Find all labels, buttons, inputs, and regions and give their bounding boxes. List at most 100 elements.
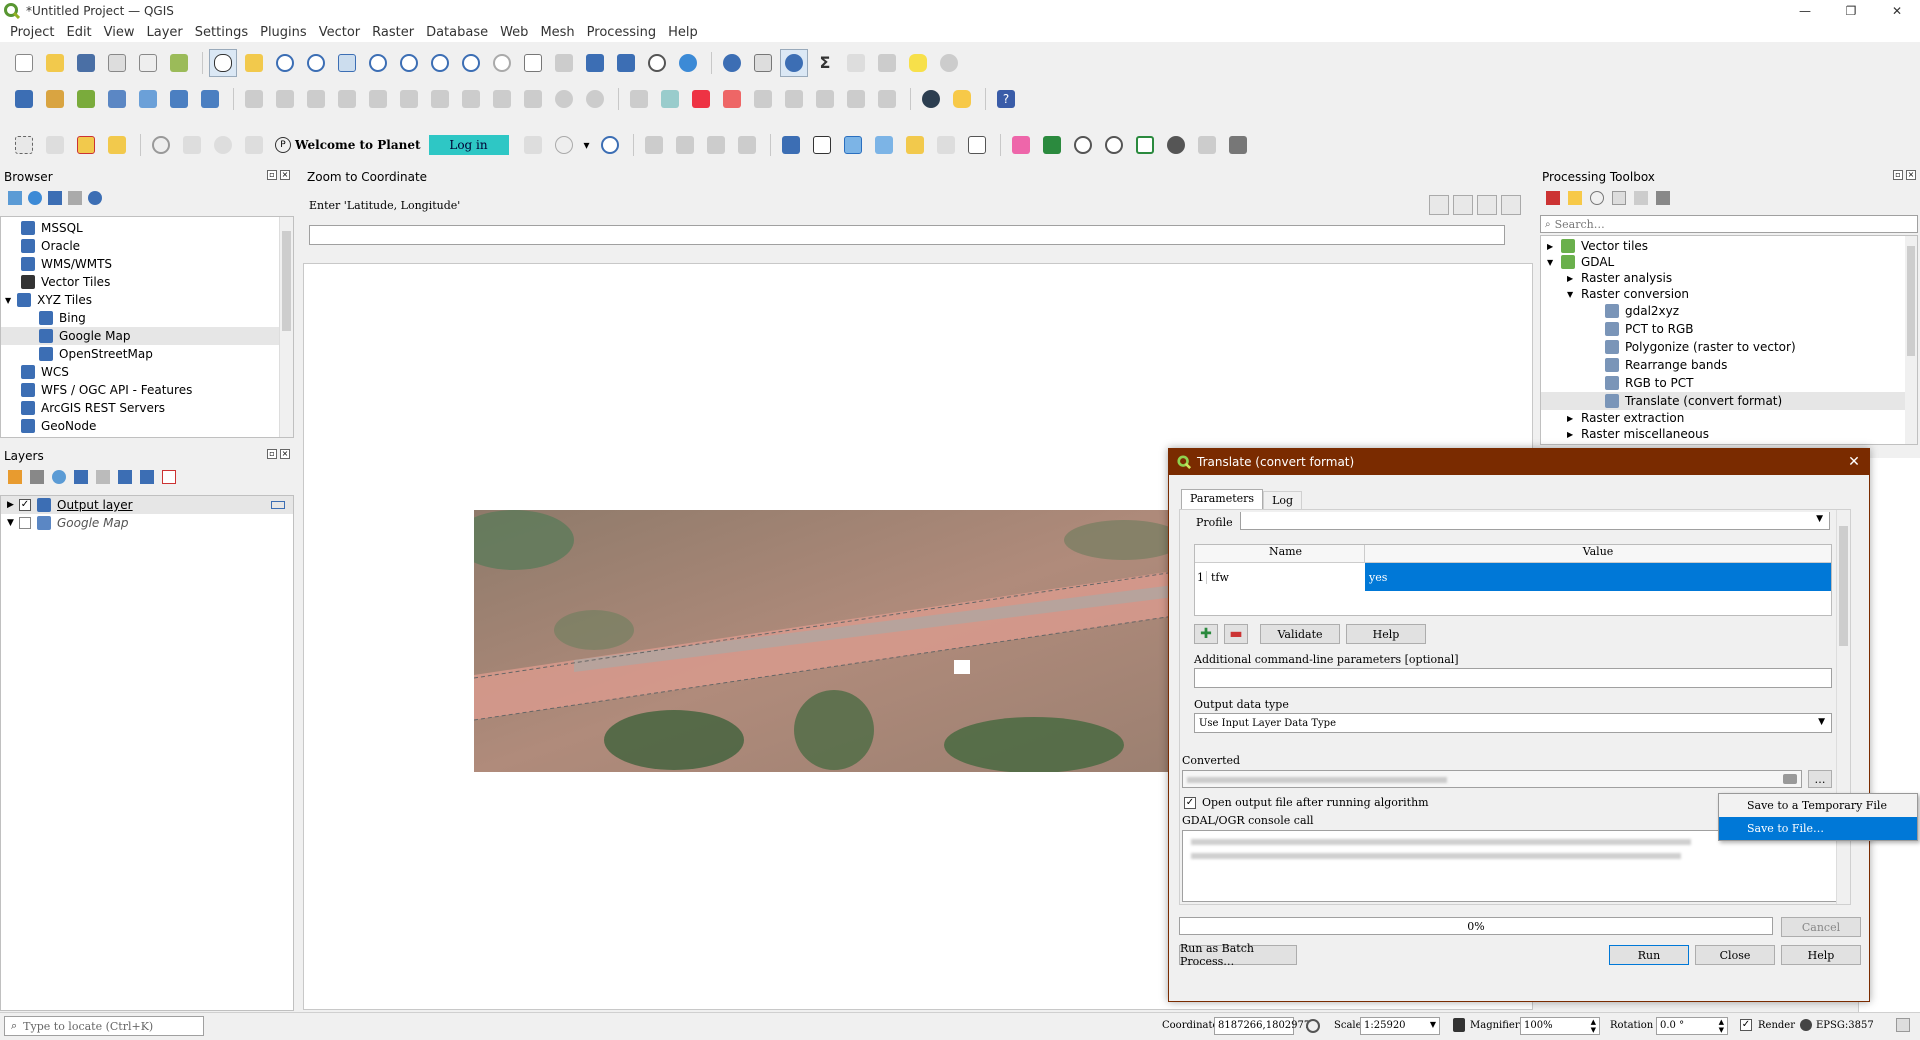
show-label-icon[interactable] [749,85,777,113]
clear-path-icon[interactable] [1783,774,1797,784]
remove-row-button[interactable]: ▬ [1224,624,1248,644]
zoom-next-icon[interactable] [488,49,516,77]
text-annotation-icon[interactable] [777,131,805,159]
print-layout-icon[interactable] [103,49,131,77]
deselect-features-icon[interactable] [72,131,100,159]
expand-arrow-icon[interactable]: ▼ [1567,290,1581,299]
toggle-extents-icon[interactable] [1306,1019,1320,1033]
toolbox-item[interactable]: PCT to RGB [1541,320,1917,338]
tab-log[interactable]: Log [1263,491,1303,509]
float-layers-icon[interactable]: ▫ [267,449,277,459]
add-params-input[interactable] [1194,668,1832,688]
zoom-pick-icon[interactable] [1477,195,1497,215]
expand-arrow-icon[interactable]: ▶ [7,500,19,510]
save-edits-icon[interactable] [302,85,330,113]
menu-item-save-to-file[interactable]: Save to File… [1719,817,1917,840]
tab-parameters[interactable]: Parameters [1181,489,1264,509]
move-label-icon[interactable] [780,85,808,113]
search-icon[interactable] [147,131,175,159]
georeferencer-icon[interactable] [1007,131,1035,159]
toolbox-item[interactable]: Rearrange bands [1541,356,1917,374]
undo-icon[interactable] [550,85,578,113]
browser-item[interactable]: WFS / OGC API - Features [1,381,293,399]
expand-arrow-icon[interactable]: ▼ [7,518,19,528]
show-bookmarks-icon[interactable] [612,49,640,77]
messages-icon[interactable] [1896,1018,1910,1032]
menu-item-save-temporary[interactable]: Save to a Temporary File [1719,794,1917,817]
refresh-browser-icon[interactable] [28,191,42,205]
help-button[interactable]: Help [1781,945,1861,965]
add-group-icon[interactable] [30,470,44,484]
toolbox-item[interactable]: Polygonize (raster to vector) [1541,338,1917,356]
pin-label-icon[interactable] [718,85,746,113]
browser-item[interactable]: Bing [1,309,293,327]
toolbox-scrollbar[interactable] [1905,236,1917,444]
run-button[interactable]: Run [1609,945,1689,965]
change-label-icon[interactable] [842,85,870,113]
browser-scrollbar[interactable] [279,217,293,437]
zoom-out-icon[interactable] [302,49,330,77]
save-project-icon[interactable] [72,49,100,77]
diagram-icon[interactable] [656,85,684,113]
eraser-icon[interactable] [240,131,268,159]
map-tips-icon[interactable] [904,49,932,77]
menu-edit[interactable]: Edit [60,25,97,40]
crs-globe-icon[interactable] [1800,1019,1812,1031]
new-3d-view-icon[interactable] [550,49,578,77]
toolbox-gear-icon[interactable] [780,49,808,77]
layer-checkbox[interactable] [19,517,31,529]
edit-features-icon[interactable] [1634,191,1648,205]
rotation-spinbox[interactable]: 0.0 ° ▲ ▼ [1656,1017,1728,1035]
close-toolbox-icon[interactable]: × [1906,170,1916,180]
batch-process-button[interactable]: Run as Batch Process… [1179,942,1297,968]
style-manager-icon[interactable] [165,49,193,77]
open-attribute-table-icon[interactable] [749,49,777,77]
planet-orders-icon[interactable] [519,131,547,159]
close-layers-icon[interactable]: × [280,449,290,459]
vertex-tool-icon[interactable] [364,85,392,113]
zoom-native-icon[interactable] [426,49,454,77]
browser-item[interactable]: Oracle [1,237,293,255]
layer-row-google[interactable]: ▼ Google Map [1,514,293,532]
toolbox-options-icon[interactable] [1656,191,1670,205]
menu-mesh[interactable]: Mesh [534,25,580,40]
menu-web[interactable]: Web [494,25,534,40]
remove-layer-icon[interactable] [162,470,176,484]
current-edits-icon[interactable] [240,85,268,113]
cut-features-icon[interactable] [457,85,485,113]
toolbox-item[interactable]: ▼ Raster conversion [1541,286,1917,302]
collapse-layers-icon[interactable] [140,470,154,484]
identify-features-icon[interactable] [718,49,746,77]
filter-expression-icon[interactable] [96,470,110,484]
results-icon[interactable] [1612,191,1626,205]
label-tool-icon[interactable] [625,85,653,113]
shape-digitize-icon[interactable] [1038,131,1066,159]
new-temporary-layer-icon[interactable] [134,85,162,113]
output-type-select[interactable]: Use Input Layer Data Type ▼ [1194,713,1832,733]
float-panel-icon[interactable]: ▫ [267,170,277,180]
info-icon[interactable] [596,131,624,159]
add-text-icon[interactable] [932,131,960,159]
label-properties-icon[interactable] [873,85,901,113]
add-polygon-icon[interactable] [839,131,867,159]
topology-icon[interactable] [671,131,699,159]
wrench-icon[interactable] [1224,131,1252,159]
coordinate-input[interactable] [309,225,1505,245]
collapse-all-icon[interactable] [68,191,82,205]
menu-plugins[interactable]: Plugins [254,25,313,40]
lock-scale-icon[interactable] [1453,1018,1465,1032]
planet-tasking-icon[interactable] [550,131,578,159]
delete-selected-icon[interactable] [426,85,454,113]
add-selected-icon[interactable] [8,191,22,205]
toolbox-item[interactable]: RGB to PCT [1541,374,1917,392]
zoom-layer-map-icon[interactable] [1100,131,1128,159]
browser-info-icon[interactable] [88,191,102,205]
digitize-icon[interactable] [333,85,361,113]
help-question-icon[interactable]: ? [992,85,1020,113]
expand-arrow-icon[interactable]: ▼ [1547,258,1561,267]
select-cursor-icon[interactable] [808,131,836,159]
add-row-button[interactable]: ✚ [1194,624,1218,644]
magnifier-spinbox[interactable]: 100% ▲ ▼ [1520,1017,1600,1035]
locate-input[interactable]: ⌕ Type to locate (Ctrl+K) [4,1016,204,1036]
toolbox-item[interactable]: ▼ GDAL [1541,254,1917,270]
